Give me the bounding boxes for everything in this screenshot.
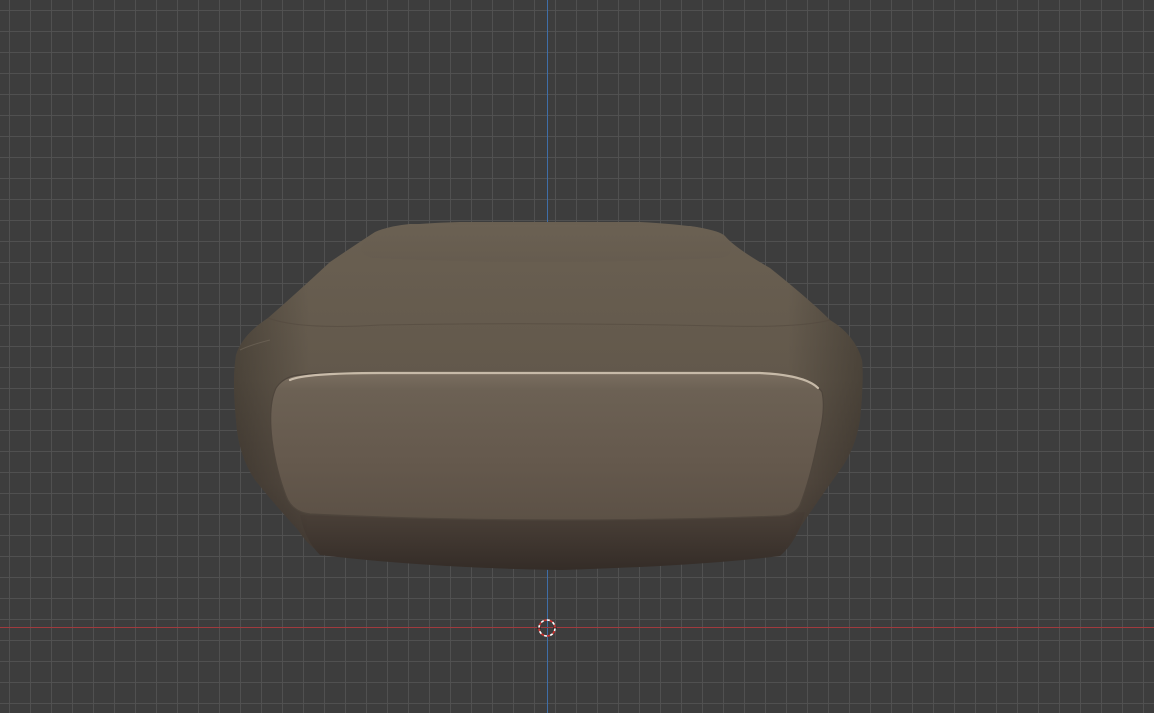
3d-viewport[interactable] [0, 0, 1154, 713]
sculpted-mesh[interactable] [0, 0, 1154, 713]
mesh-front-panel [270, 372, 824, 521]
3d-cursor-icon[interactable] [537, 618, 557, 638]
